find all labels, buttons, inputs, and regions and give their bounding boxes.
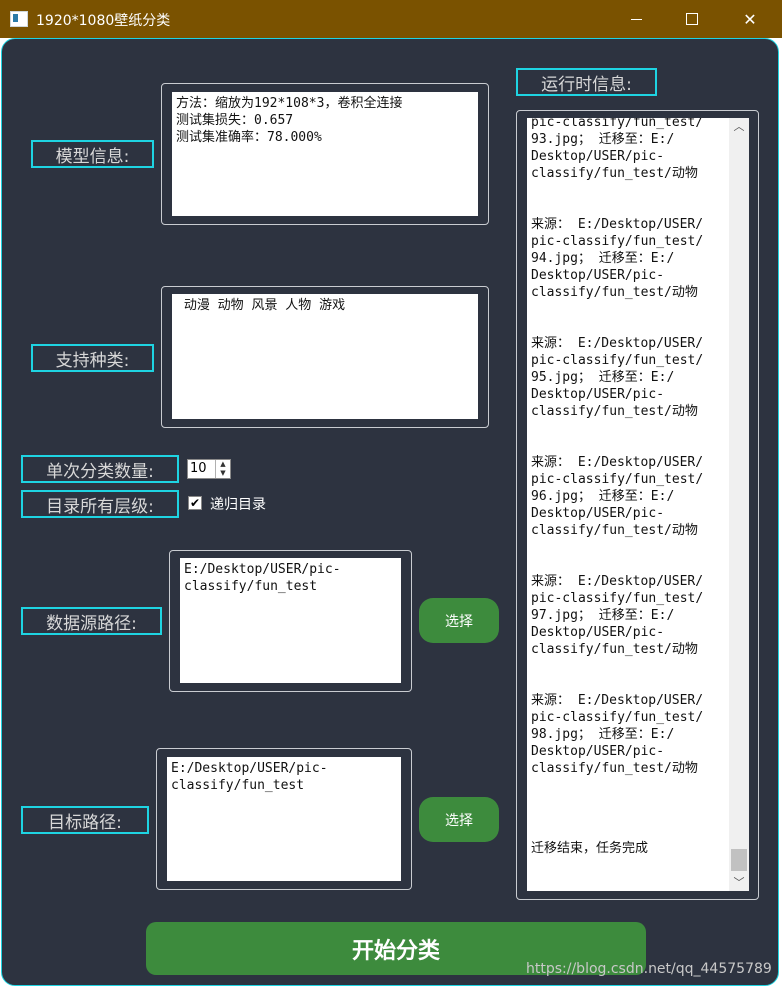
log-entry: 来源： E:/Desktop/USER/ pic-classify/fun_te…: [531, 693, 704, 776]
log-entry: 来源： E:/Desktop/USER/ pic-classify/fun_te…: [531, 217, 704, 300]
directory-levels-label: 目录所有层级:: [21, 490, 179, 518]
app-icon: [10, 11, 28, 27]
source-select-button[interactable]: 选择: [419, 598, 499, 643]
maximize-button[interactable]: [662, 0, 722, 38]
log-entry: pic-classify/fun_test/ 93.jpg； 迁移至：E:/ D…: [531, 118, 704, 181]
target-path-label: 目标路径:: [21, 806, 149, 834]
recursive-checkbox[interactable]: ✔: [188, 496, 202, 510]
log-entry: 来源： E:/Desktop/USER/ pic-classify/fun_te…: [531, 574, 704, 657]
minimize-button[interactable]: [606, 0, 666, 38]
watermark: https://blog.csdn.net/qq_44575789: [526, 961, 772, 977]
runtime-scrollbar[interactable]: ︿ ﹀: [729, 118, 749, 891]
scroll-down-icon[interactable]: ﹀: [729, 874, 749, 891]
target-path-text[interactable]: E:/Desktop/USER/pic- classify/fun_test: [167, 757, 401, 881]
batch-count-spinbox[interactable]: 10 ▲ ▼: [187, 459, 231, 479]
title-bar: 1920*1080壁纸分类 ✕: [0, 0, 782, 38]
log-final-message: 迁移结束，任务完成: [531, 841, 649, 856]
window-title: 1920*1080壁纸分类: [36, 13, 171, 29]
batch-count-value: 10: [190, 461, 207, 476]
batch-count-label: 单次分类数量:: [21, 455, 179, 483]
categories-text[interactable]: 动漫 动物 风景 人物 游戏: [172, 294, 478, 419]
scroll-up-icon[interactable]: ︿: [729, 118, 749, 135]
model-info-text[interactable]: 方法：缩放为192*108*3，卷积全连接 测试集损失：0.657 测试集准确率…: [172, 92, 478, 216]
log-entry: 来源： E:/Desktop/USER/ pic-classify/fun_te…: [531, 336, 704, 419]
spin-up-icon[interactable]: ▲: [216, 460, 230, 469]
maximize-icon: [686, 13, 698, 25]
categories-label: 支持种类:: [31, 344, 154, 372]
source-path-label: 数据源路径:: [21, 607, 162, 635]
spin-down-icon[interactable]: ▼: [216, 469, 230, 478]
close-button[interactable]: ✕: [720, 0, 780, 38]
minimize-icon: [630, 18, 642, 20]
runtime-info-label: 运行时信息:: [516, 68, 657, 96]
spin-arrows[interactable]: ▲ ▼: [215, 460, 230, 478]
runtime-log[interactable]: pic-classify/fun_test/ 93.jpg； 迁移至：E:/ D…: [527, 118, 749, 891]
close-icon: ✕: [743, 9, 757, 29]
log-entry: 来源： E:/Desktop/USER/ pic-classify/fun_te…: [531, 455, 704, 538]
recursive-checkbox-label[interactable]: 递归目录: [210, 494, 266, 514]
source-path-text[interactable]: E:/Desktop/USER/pic- classify/fun_test: [180, 558, 401, 683]
model-info-label: 模型信息:: [31, 140, 154, 168]
scroll-thumb[interactable]: [731, 849, 747, 871]
target-select-button[interactable]: 选择: [419, 797, 499, 842]
